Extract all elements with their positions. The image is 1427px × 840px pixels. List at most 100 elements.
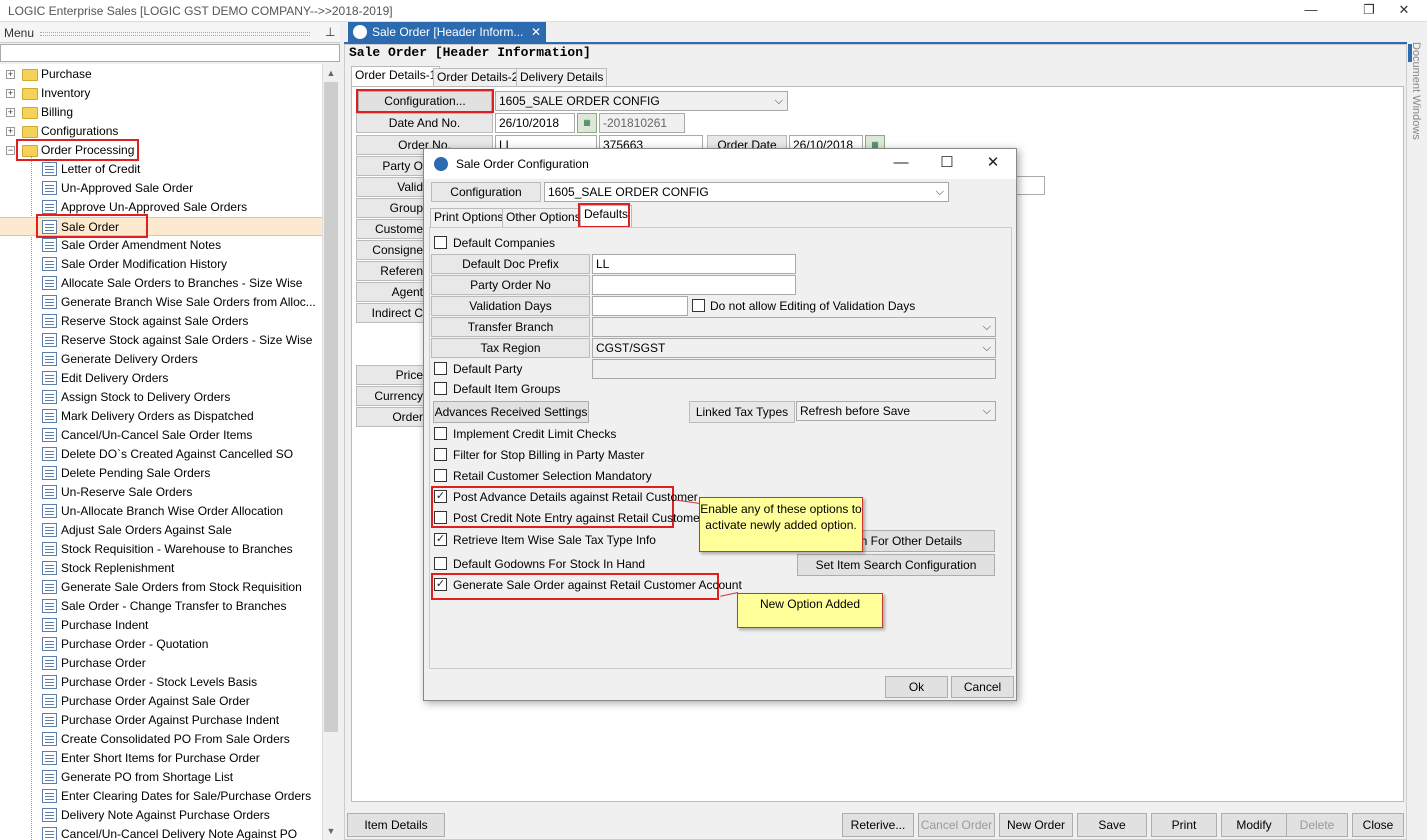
save-button[interactable]: Save <box>1077 813 1147 837</box>
menu-item[interactable]: Delete Pending Sale Orders <box>0 464 322 483</box>
party-order-no-input[interactable] <box>592 275 796 295</box>
calendar-icon[interactable]: ▦ <box>577 113 597 133</box>
menu-item[interactable]: Letter of Credit <box>0 160 322 179</box>
retail-customer-mandatory-checkbox[interactable] <box>434 469 447 482</box>
menu-item[interactable]: Sale Order Amendment Notes <box>0 236 322 255</box>
date-input[interactable]: 26/10/2018 <box>495 113 575 133</box>
new-order-button[interactable]: New Order <box>999 813 1073 837</box>
menu-item[interactable]: Mark Delivery Orders as Dispatched <box>0 407 322 426</box>
menu-item[interactable]: Un-Reserve Sale Orders <box>0 483 322 502</box>
tax-region-select[interactable]: CGST/SGST ⌵ <box>592 338 996 358</box>
menu-item[interactable]: Sale Order - Change Transfer to Branches <box>0 597 322 616</box>
ok-button[interactable]: Ok <box>885 676 948 698</box>
implement-credit-checkbox[interactable] <box>434 427 447 440</box>
print-button[interactable]: Print <box>1151 813 1217 837</box>
menu-item[interactable]: Stock Requisition - Warehouse to Branche… <box>0 540 322 559</box>
cancel-order-button[interactable]: Cancel Order <box>918 813 995 837</box>
minimize-icon[interactable]: — <box>1288 0 1334 22</box>
menu-item-label: Generate Sale Orders from Stock Requisit… <box>61 580 302 594</box>
pin-icon[interactable]: ⊥ <box>325 25 335 39</box>
expand-icon[interactable]: + <box>6 127 15 136</box>
expand-icon[interactable]: + <box>6 70 15 79</box>
menu-item[interactable]: Cancel/Un-Cancel Sale Order Items <box>0 426 322 445</box>
tab-order-details-1[interactable]: Order Details-1 <box>351 66 441 87</box>
tab-other-options[interactable]: Other Options <box>502 208 585 227</box>
menu-item[interactable]: Generate Sale Orders from Stock Requisit… <box>0 578 322 597</box>
menu-item[interactable]: Purchase Order <box>0 654 322 673</box>
default-party-field[interactable] <box>592 359 996 379</box>
menu-item[interactable]: Delivery Note Against Purchase Orders <box>0 806 322 825</box>
retrieve-tax-type-checkbox[interactable]: ✓ <box>434 533 447 546</box>
menu-search-input[interactable] <box>0 44 340 62</box>
item-details-button[interactable]: Item Details <box>347 813 445 837</box>
menu-item[interactable]: Purchase Indent <box>0 616 322 635</box>
transfer-branch-select[interactable]: ⌵ <box>592 317 996 337</box>
validation-days-input[interactable] <box>592 296 688 316</box>
menu-item[interactable]: Reserve Stock against Sale Orders <box>0 312 322 331</box>
menu-item[interactable]: Create Consolidated PO From Sale Orders <box>0 730 322 749</box>
collapse-icon[interactable]: − <box>6 146 15 155</box>
menu-item[interactable]: Cancel/Un-Cancel Delivery Note Against P… <box>0 825 322 840</box>
dialog-configuration-select[interactable]: 1605_SALE ORDER CONFIG ⌵ <box>544 182 949 202</box>
tab-order-details-2[interactable]: Order Details-2 <box>433 68 523 87</box>
configuration-select[interactable]: 1605_SALE ORDER CONFIG ⌵ <box>495 91 788 111</box>
close-icon[interactable]: ✕ <box>1381 0 1427 22</box>
delete-button[interactable]: Delete <box>1286 813 1348 837</box>
expand-icon[interactable]: + <box>6 108 15 117</box>
advances-received-button[interactable]: Advances Received Settings <box>433 401 589 423</box>
dialog-minimize-icon[interactable]: — <box>878 149 924 179</box>
menu-item[interactable]: Generate Delivery Orders <box>0 350 322 369</box>
close-button[interactable]: Close <box>1352 813 1404 837</box>
document-icon <box>42 200 57 214</box>
default-godowns-checkbox[interactable] <box>434 557 447 570</box>
menu-item[interactable]: Un-Allocate Branch Wise Order Allocation <box>0 502 322 521</box>
menu-item[interactable]: Purchase Order Against Purchase Indent <box>0 711 322 730</box>
doc-prefix-input[interactable]: LL <box>592 254 796 274</box>
scroll-down-icon[interactable]: ▼ <box>322 822 340 840</box>
menu-item[interactable]: Sale Order Modification History <box>0 255 322 274</box>
tab-sale-order[interactable]: Sale Order [Header Inform... ✕ <box>348 22 546 42</box>
menu-item[interactable]: Enter Short Items for Purchase Order <box>0 749 322 768</box>
menu-item[interactable]: Generate PO from Shortage List <box>0 768 322 787</box>
modify-button[interactable]: Modify <box>1221 813 1287 837</box>
menu-item[interactable]: Reserve Stock against Sale Orders - Size… <box>0 331 322 350</box>
post-advance-checkbox[interactable]: ✓ <box>434 490 447 503</box>
menu-item[interactable]: Edit Delivery Orders <box>0 369 322 388</box>
menu-item[interactable]: Adjust Sale Orders Against Sale <box>0 521 322 540</box>
dialog-close-icon[interactable]: ✕ <box>970 149 1016 179</box>
default-godowns-label: Default Godowns For Stock In Hand <box>453 557 646 571</box>
menu-item[interactable]: Allocate Sale Orders to Branches - Size … <box>0 274 322 293</box>
menu-item[interactable]: Purchase Order - Stock Levels Basis <box>0 673 322 692</box>
no-edit-validation-checkbox[interactable] <box>692 299 705 312</box>
chevron-down-icon: ⌵ <box>935 186 944 198</box>
menu-item[interactable]: Assign Stock to Delivery Orders <box>0 388 322 407</box>
hidden-field[interactable] <box>1015 176 1045 195</box>
generate-so-retail-checkbox[interactable]: ✓ <box>434 578 447 591</box>
menu-item[interactable]: Purchase Order - Quotation <box>0 635 322 654</box>
menu-item[interactable]: Delete DO`s Created Against Cancelled SO <box>0 445 322 464</box>
post-credit-note-checkbox[interactable] <box>434 511 447 524</box>
item-search-config-button[interactable]: Set Item Search Configuration <box>797 554 995 576</box>
default-item-groups-checkbox[interactable] <box>434 382 447 395</box>
expand-icon[interactable]: + <box>6 89 15 98</box>
tab-print-options[interactable]: Print Options <box>430 208 508 227</box>
filter-stop-billing-checkbox[interactable] <box>434 448 447 461</box>
document-windows-sidebar[interactable]: Document Windows <box>1408 22 1427 840</box>
menu-item-label: Reserve Stock against Sale Orders <box>61 314 249 328</box>
menu-item[interactable]: Enter Clearing Dates for Sale/Purchase O… <box>0 787 322 806</box>
scrollbar-thumb[interactable] <box>324 82 338 732</box>
tab-delivery-details[interactable]: Delivery Details <box>516 68 608 87</box>
menu-item[interactable]: Stock Replenishment <box>0 559 322 578</box>
dialog-maximize-icon[interactable]: ☐ <box>924 149 970 179</box>
menu-item[interactable]: Un-Approved Sale Order <box>0 179 322 198</box>
menu-item[interactable]: Purchase Order Against Sale Order <box>0 692 322 711</box>
linked-tax-types-select[interactable]: Refresh before Save ⌵ <box>796 401 996 421</box>
menu-item-label: Generate PO from Shortage List <box>61 770 234 784</box>
menu-item[interactable]: Generate Branch Wise Sale Orders from Al… <box>0 293 322 312</box>
default-companies-checkbox[interactable] <box>434 236 447 249</box>
tab-close-icon[interactable]: ✕ <box>531 22 541 42</box>
scroll-up-icon[interactable]: ▲ <box>322 64 340 82</box>
default-party-checkbox[interactable] <box>434 362 447 375</box>
cancel-button[interactable]: Cancel <box>951 676 1014 698</box>
retrieve-button[interactable]: Reterive... <box>842 813 914 837</box>
